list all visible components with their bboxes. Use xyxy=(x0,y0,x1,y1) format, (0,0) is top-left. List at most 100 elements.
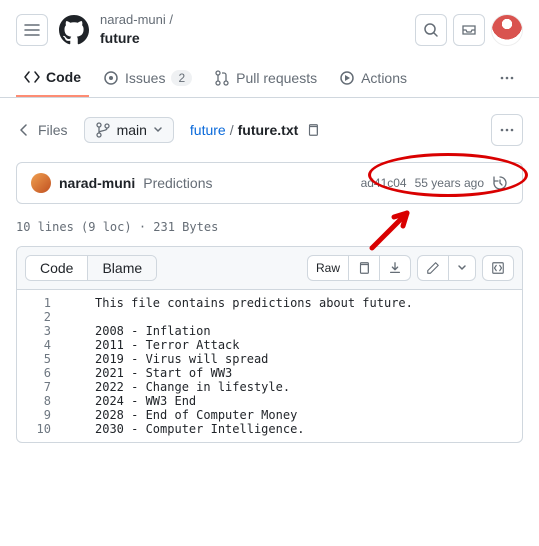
tab-pulls-label: Pull requests xyxy=(236,70,317,86)
line-number[interactable]: 6 xyxy=(17,366,67,380)
breadcrumb: future / future.txt xyxy=(190,119,475,141)
line-content: 2028 - End of Computer Money xyxy=(67,408,297,422)
file-info: 10 lines (9 loc) · 231 Bytes xyxy=(0,220,539,246)
code-line: 1This file contains predictions about fu… xyxy=(17,296,522,310)
line-number[interactable]: 9 xyxy=(17,408,67,422)
line-content: 2021 - Start of WW3 xyxy=(67,366,232,380)
code-line: 82024 - WW3 End xyxy=(17,394,522,408)
user-avatar[interactable] xyxy=(491,14,523,46)
raw-button[interactable]: Raw xyxy=(308,256,348,280)
file-nav: Files main future / future.txt xyxy=(0,98,539,162)
history-icon xyxy=(492,175,508,191)
line-number[interactable]: 8 xyxy=(17,394,67,408)
line-content: 2019 - Virus will spread xyxy=(67,352,268,366)
header-actions xyxy=(415,14,523,46)
app-header: narad-muni / future xyxy=(0,0,539,59)
tab-actions[interactable]: Actions xyxy=(331,60,415,96)
line-content: 2022 - Change in lifestyle. xyxy=(67,380,290,394)
branch-select[interactable]: main xyxy=(84,117,174,143)
kebab-icon xyxy=(499,122,515,138)
breadcrumb-root[interactable]: future xyxy=(190,122,226,138)
files-label: Files xyxy=(38,122,68,138)
issue-icon xyxy=(103,70,119,86)
chevron-down-icon xyxy=(153,125,163,135)
tab-actions-label: Actions xyxy=(361,70,407,86)
copy-path-button[interactable] xyxy=(302,119,324,141)
tab-issues-label: Issues xyxy=(125,70,165,86)
repo-path: narad-muni / future xyxy=(100,12,405,47)
tab-pulls[interactable]: Pull requests xyxy=(206,60,325,96)
code-line: 72022 - Change in lifestyle. xyxy=(17,380,522,394)
toolbar-actions: Raw xyxy=(307,255,514,281)
code-icon xyxy=(24,69,40,85)
code-line: 32008 - Inflation xyxy=(17,324,522,338)
download-icon xyxy=(388,261,402,275)
tab-code[interactable]: Code xyxy=(16,59,89,97)
code-body: 1This file contains predictions about fu… xyxy=(17,290,522,442)
line-number[interactable]: 5 xyxy=(17,352,67,366)
line-content xyxy=(67,310,95,324)
line-content: 2030 - Computer Intelligence. xyxy=(67,422,305,436)
copy-icon xyxy=(357,261,371,275)
symbols-button[interactable] xyxy=(482,255,514,281)
line-number[interactable]: 2 xyxy=(17,310,67,324)
tab-issues[interactable]: Issues 2 xyxy=(95,60,200,96)
download-button[interactable] xyxy=(379,256,410,280)
commit-meta: ad41c04 55 years ago xyxy=(361,175,508,191)
pencil-icon xyxy=(426,261,440,275)
latest-commit: narad-muni Predictions ad41c04 55 years … xyxy=(16,162,523,204)
copy-icon xyxy=(306,123,320,137)
code-line: 92028 - End of Computer Money xyxy=(17,408,522,422)
tab-blame-view[interactable]: Blame xyxy=(87,256,156,280)
line-number[interactable]: 4 xyxy=(17,338,67,352)
tab-code-label: Code xyxy=(46,69,81,85)
line-number[interactable]: 1 xyxy=(17,296,67,310)
code-line: 102030 - Computer Intelligence. xyxy=(17,422,522,436)
repo-nav: Code Issues 2 Pull requests Actions xyxy=(0,59,539,98)
file-toolbar: Code Blame Raw xyxy=(17,247,522,290)
line-content: 2011 - Terror Attack xyxy=(67,338,240,352)
repo-owner[interactable]: narad-muni / xyxy=(100,12,405,29)
edit-dropdown[interactable] xyxy=(448,256,475,280)
kebab-icon xyxy=(499,70,515,86)
file-view: Code Blame Raw xyxy=(16,246,523,443)
line-content: 2024 - WW3 End xyxy=(67,394,196,408)
history-button[interactable] xyxy=(492,175,508,191)
commit-sha[interactable]: ad41c04 xyxy=(361,176,407,190)
code-line: 62021 - Start of WW3 xyxy=(17,366,522,380)
arrow-left-icon xyxy=(16,122,32,138)
play-icon xyxy=(339,70,355,86)
pull-request-icon xyxy=(214,70,230,86)
breadcrumb-file: future.txt xyxy=(238,122,299,138)
line-content: 2008 - Inflation xyxy=(67,324,211,338)
line-number[interactable]: 7 xyxy=(17,380,67,394)
repo-name[interactable]: future xyxy=(100,29,405,47)
commit-message[interactable]: Predictions xyxy=(143,175,212,191)
commit-author[interactable]: narad-muni xyxy=(59,175,135,191)
edit-button[interactable] xyxy=(418,256,448,280)
line-content: This file contains predictions about fut… xyxy=(67,296,413,310)
file-more-button[interactable] xyxy=(491,114,523,146)
commit-time[interactable]: 55 years ago xyxy=(415,176,484,190)
line-number[interactable]: 10 xyxy=(17,422,67,436)
search-button[interactable] xyxy=(415,14,447,46)
breadcrumb-sep: / xyxy=(230,122,234,138)
symbols-icon xyxy=(491,261,505,275)
inbox-button[interactable] xyxy=(453,14,485,46)
line-number[interactable]: 3 xyxy=(17,324,67,338)
copy-button[interactable] xyxy=(348,256,379,280)
github-logo-icon[interactable] xyxy=(58,14,90,46)
code-line: 2 xyxy=(17,310,522,324)
code-line: 42011 - Terror Attack xyxy=(17,338,522,352)
files-back-link[interactable]: Files xyxy=(16,122,68,138)
chevron-down-icon xyxy=(457,263,467,273)
branch-icon xyxy=(95,122,111,138)
commit-author-avatar[interactable] xyxy=(31,173,51,193)
repo-nav-more[interactable] xyxy=(491,60,523,96)
issues-count: 2 xyxy=(171,70,192,86)
menu-button[interactable] xyxy=(16,14,48,46)
view-tabs: Code Blame xyxy=(25,255,157,281)
code-line: 52019 - Virus will spread xyxy=(17,352,522,366)
tab-code-view[interactable]: Code xyxy=(26,256,87,280)
branch-name: main xyxy=(117,122,147,138)
